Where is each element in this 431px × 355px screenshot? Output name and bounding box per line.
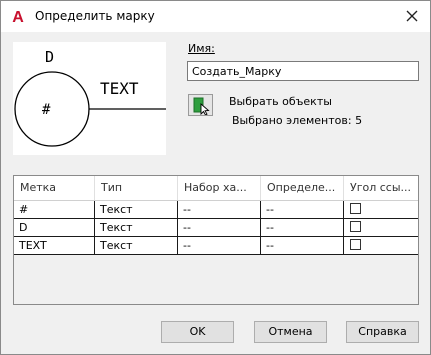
angle-checkbox[interactable] — [350, 239, 361, 250]
column-header-definition[interactable]: Определе... — [261, 176, 344, 200]
table-row[interactable]: TEXT Текст -- -- — [14, 237, 418, 255]
column-header-angle[interactable]: Угол ссы... — [344, 176, 418, 200]
selected-count-label: Выбрано элементов: 5 — [232, 114, 363, 127]
cell-angle — [344, 219, 418, 236]
cell-label: D — [14, 219, 95, 236]
mark-preview-drawing: D # TEXT — [14, 48, 166, 147]
cancel-button[interactable]: Отмена — [254, 321, 327, 343]
angle-checkbox[interactable] — [350, 221, 361, 232]
attributes-table: Метка Тип Набор ха... Определе... Угол с… — [13, 175, 419, 305]
dialog-title: Определить марку — [35, 9, 155, 23]
close-icon — [406, 10, 418, 22]
define-mark-dialog: A Определить марку D # TEXT Имя: Выбрать… — [0, 0, 431, 355]
cell-set: -- — [178, 237, 261, 254]
cell-label: # — [14, 201, 95, 218]
name-input[interactable] — [187, 61, 419, 81]
cell-label: TEXT — [14, 237, 95, 254]
select-objects-button[interactable] — [188, 94, 213, 116]
column-header-label[interactable]: Метка — [14, 176, 95, 200]
angle-checkbox[interactable] — [350, 203, 361, 214]
cell-angle — [344, 201, 418, 218]
mark-preview: D # TEXT — [13, 42, 166, 155]
cell-definition: -- — [261, 201, 344, 218]
table-row[interactable]: D Текст -- -- — [14, 219, 418, 237]
cell-type: Текст — [95, 219, 178, 236]
table-header: Метка Тип Набор ха... Определе... Угол с… — [14, 176, 418, 201]
cell-type: Текст — [95, 237, 178, 254]
ok-button[interactable]: OK — [161, 321, 234, 343]
autocad-app-icon: A — [9, 7, 27, 25]
select-objects-icon — [193, 97, 210, 116]
cell-type: Текст — [95, 201, 178, 218]
cell-set: -- — [178, 201, 261, 218]
cell-definition: -- — [261, 219, 344, 236]
preview-attr-text: TEXT — [100, 79, 139, 98]
name-label: Имя: — [188, 42, 215, 55]
preview-attr-d: D — [45, 48, 54, 66]
close-button[interactable] — [398, 3, 426, 29]
cell-angle — [344, 237, 418, 254]
help-button[interactable]: Справка — [346, 321, 419, 343]
title-bar: A Определить марку — [1, 1, 430, 32]
cell-definition: -- — [261, 237, 344, 254]
column-header-type[interactable]: Тип — [95, 176, 178, 200]
cell-set: -- — [178, 219, 261, 236]
svg-text:A: A — [12, 9, 24, 25]
preview-attr-hash: # — [42, 102, 51, 118]
column-header-set[interactable]: Набор ха... — [178, 176, 261, 200]
select-objects-label: Выбрать объекты — [229, 95, 332, 108]
table-row[interactable]: # Текст -- -- — [14, 201, 418, 219]
